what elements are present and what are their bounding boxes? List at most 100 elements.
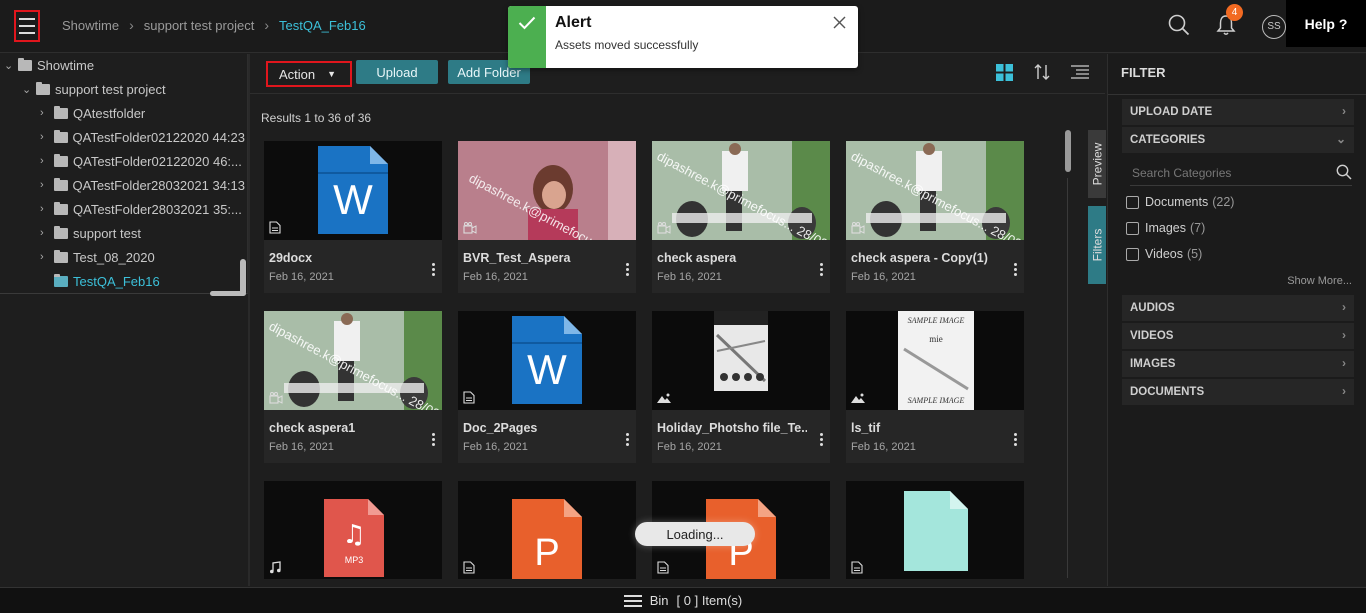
more-options-icon[interactable] <box>626 263 630 276</box>
asset-card[interactable]: W Doc_2Pages Feb 16, 2021 <box>458 311 636 463</box>
category-option-images[interactable]: Images (7) <box>1126 221 1205 235</box>
category-option-videos[interactable]: Videos (5) <box>1126 247 1202 261</box>
asset-thumbnail[interactable]: P <box>458 481 636 579</box>
asset-card[interactable]: dipashree.k@primefocus... 28/03/2021 13:… <box>846 141 1024 293</box>
asset-title[interactable]: check aspera1 <box>269 421 419 435</box>
breadcrumb-current[interactable]: TestQA_Feb16 <box>279 18 366 33</box>
filter-audios[interactable]: AUDIOS › <box>1122 295 1354 321</box>
tree-item-folder[interactable]: › Test_08_2020 <box>40 245 155 269</box>
tree-item-folder[interactable]: › QATestFolder02122020 46:... <box>40 149 245 173</box>
tab-filters[interactable]: Filters <box>1088 206 1106 284</box>
asset-title[interactable]: check aspera <box>657 251 807 265</box>
chevron-right-icon[interactable]: › <box>40 155 54 167</box>
asset-title[interactable]: 29docx <box>269 251 419 265</box>
asset-thumbnail[interactable]: W <box>458 311 636 410</box>
asset-thumbnail[interactable]: ♫ MP3 <box>264 481 442 579</box>
asset-card[interactable]: W 29docx Feb 16, 2021 <box>264 141 442 293</box>
asset-date: Feb 16, 2021 <box>463 441 528 453</box>
tree-scrollbar[interactable] <box>240 259 246 295</box>
svg-text:W: W <box>333 176 373 223</box>
asset-thumbnail[interactable]: W <box>264 141 442 240</box>
asset-thumbnail[interactable]: dipashree.k@primefocus... 28/03/2021 13:… <box>846 141 1024 240</box>
asset-card[interactable]: dipashree.k@primefocus... 28/03/2021 13:… <box>458 141 636 293</box>
chevron-right-icon[interactable]: › <box>40 227 54 239</box>
grid-divider <box>1067 178 1068 578</box>
more-options-icon[interactable] <box>1014 263 1018 276</box>
show-more-link[interactable]: Show More... <box>1287 275 1352 287</box>
video-icon <box>463 222 477 237</box>
folder-icon <box>36 81 50 95</box>
more-options-icon[interactable] <box>432 263 436 276</box>
asset-title[interactable]: Holiday_Photsho file_Te... <box>657 421 807 435</box>
grid-scrollbar[interactable] <box>1065 130 1071 172</box>
category-option-documents[interactable]: Documents (22) <box>1126 195 1234 209</box>
asset-card[interactable]: SAMPLE IMAGE mie SAMPLE IMAGE ls_tif Feb 16,… <box>846 311 1024 463</box>
tree-item-root[interactable]: ⌄ Showtime <box>4 53 94 77</box>
folder-icon <box>54 273 68 287</box>
list-view-icon[interactable] <box>1071 65 1089 82</box>
tree-item-folder[interactable]: › QAtestfolder <box>40 101 245 125</box>
chevron-down-icon[interactable]: ⌄ <box>22 83 36 96</box>
more-options-icon[interactable] <box>626 433 630 446</box>
checkbox[interactable] <box>1126 247 1139 261</box>
asset-card[interactable]: dipashree.k@primefocus... 28/03/2021 13:… <box>652 141 830 293</box>
asset-card[interactable]: P <box>458 481 636 579</box>
tab-preview[interactable]: Preview <box>1088 130 1106 198</box>
asset-title[interactable]: Doc_2Pages <box>463 421 613 435</box>
asset-title[interactable]: ls_tif <box>851 421 1001 435</box>
filter-images[interactable]: IMAGES › <box>1122 351 1354 377</box>
chevron-right-icon[interactable]: › <box>40 203 54 215</box>
asset-thumbnail[interactable]: dipashree.k@primefocus... 28/03/2021 13:… <box>264 311 442 410</box>
filter-upload-date[interactable]: UPLOAD DATE › <box>1122 99 1354 125</box>
more-options-icon[interactable] <box>820 263 824 276</box>
chevron-right-icon[interactable]: › <box>40 179 54 191</box>
asset-date: Feb 16, 2021 <box>657 441 722 453</box>
filter-documents[interactable]: DOCUMENTS › <box>1122 379 1354 405</box>
tree-item-project[interactable]: ⌄ support test project <box>22 77 166 101</box>
asset-title[interactable]: BVR_Test_Aspera <box>463 251 613 265</box>
checkbox[interactable] <box>1126 195 1139 209</box>
asset-title[interactable]: check aspera - Copy(1) <box>851 251 1001 265</box>
filter-categories[interactable]: CATEGORIES ⌄ <box>1122 127 1354 153</box>
breadcrumb-item[interactable]: support test project <box>144 18 255 33</box>
main-menu-button[interactable] <box>14 10 40 42</box>
asset-thumbnail[interactable] <box>846 481 1024 579</box>
sort-icon[interactable] <box>1033 63 1051 84</box>
upload-button[interactable]: Upload <box>356 60 438 84</box>
tree-item-folder[interactable]: › support test <box>40 221 141 245</box>
asset-card[interactable]: Holiday_Photsho file_Te... Feb 16, 2021 <box>652 311 830 463</box>
user-avatar[interactable]: SS <box>1262 14 1286 39</box>
more-options-icon[interactable] <box>1014 433 1018 446</box>
action-dropdown[interactable]: Action ▼ <box>266 61 352 87</box>
chevron-right-icon[interactable]: › <box>40 131 54 143</box>
asset-thumbnail[interactable]: dipashree.k@primefocus... 28/03/2021 13:… <box>458 141 636 240</box>
more-options-icon[interactable] <box>820 433 824 446</box>
asset-card[interactable] <box>846 481 1024 579</box>
asset-card[interactable]: ♫ MP3 <box>264 481 442 579</box>
asset-thumbnail[interactable]: dipashree.k@primefocus... 28/03/2021 13:… <box>652 141 830 240</box>
grid-view-icon[interactable] <box>996 63 1013 84</box>
tree-item-folder[interactable]: › QATestFolder28032021 34:13 <box>40 173 245 197</box>
notifications-button[interactable]: 4 <box>1216 4 1243 39</box>
more-options-icon[interactable] <box>432 433 436 446</box>
filter-videos[interactable]: VIDEOS › <box>1122 323 1354 349</box>
help-button[interactable]: Help ? <box>1286 0 1366 47</box>
search-icon[interactable] <box>1336 164 1352 183</box>
breadcrumb-item[interactable]: Showtime <box>62 18 119 33</box>
chevron-right-icon[interactable]: › <box>40 107 54 119</box>
panel-divider[interactable] <box>248 54 250 586</box>
search-icon[interactable] <box>1168 14 1190 39</box>
tree-item-folder[interactable]: › QATestFolder28032021 35:... <box>40 197 245 221</box>
checkbox[interactable] <box>1126 221 1139 235</box>
asset-card[interactable]: dipashree.k@primefocus... 28/03/2021 13:… <box>264 311 442 463</box>
tree-item-current-folder[interactable]: TestQA_Feb16 <box>54 269 160 293</box>
chevron-right-icon[interactable]: › <box>40 251 54 263</box>
chevron-down-icon[interactable]: ⌄ <box>4 59 18 72</box>
asset-thumbnail[interactable]: SAMPLE IMAGE mie SAMPLE IMAGE <box>846 311 1024 410</box>
asset-thumbnail[interactable] <box>652 311 830 410</box>
category-search-input[interactable]: Search Categories <box>1130 160 1352 186</box>
tree-horizontal-scrollbar[interactable] <box>210 291 246 296</box>
bin-bar[interactable]: Bin [ 0 ] Item(s) <box>0 587 1366 613</box>
close-icon[interactable] <box>833 16 846 32</box>
tree-item-folder[interactable]: › QATestFolder02122020 44:23 <box>40 125 245 149</box>
